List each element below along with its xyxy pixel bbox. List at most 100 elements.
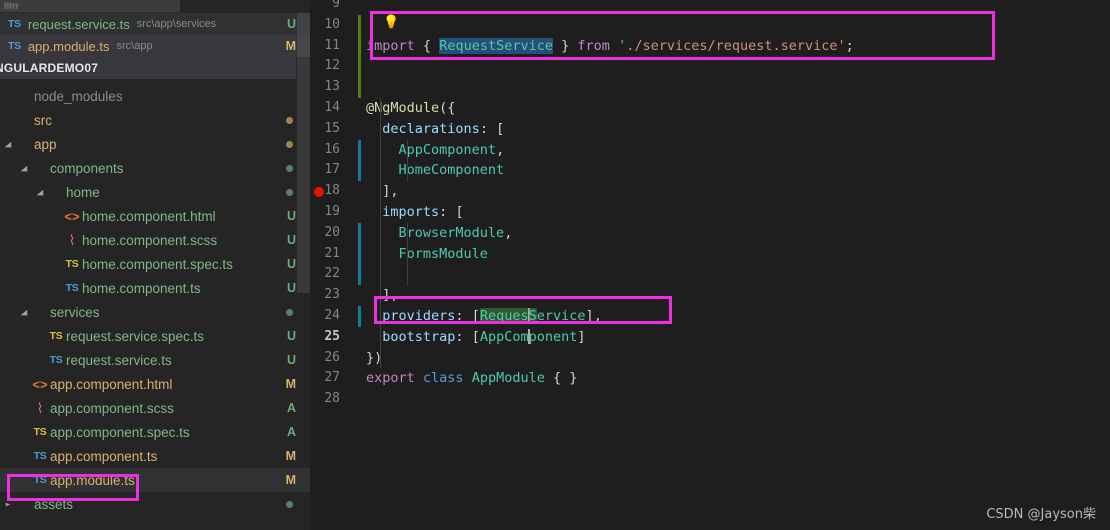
line-number: 20 bbox=[324, 224, 340, 240]
code-line[interactable]: 27 export class AppModule { } bbox=[310, 368, 1110, 389]
code-line[interactable]: 9 bbox=[310, 0, 1110, 15]
scss-file-icon: ⌇ bbox=[68, 231, 76, 248]
ts-file-icon: TS bbox=[49, 354, 63, 366]
line-number: 14 bbox=[324, 99, 340, 115]
tree-row[interactable]: TS home.component.spec.ts U bbox=[0, 252, 310, 276]
code-line[interactable]: 24 providers: [RequesService], bbox=[310, 305, 1110, 327]
tree-row-label: request.service.ts bbox=[66, 352, 172, 368]
code-line[interactable]: 14 @NgModule({ bbox=[310, 97, 1110, 119]
code-line[interactable]: 16 AppComponent, bbox=[310, 139, 1110, 161]
lightbulb-quickfix-icon[interactable]: 💡 bbox=[383, 16, 399, 29]
tree-row[interactable]: TS home.component.ts U bbox=[0, 276, 310, 300]
code-line[interactable]: 15 declarations: [ bbox=[310, 118, 1110, 140]
git-status-badge: U bbox=[286, 233, 296, 247]
code-line[interactable]: 26}) bbox=[310, 347, 1110, 369]
code-editor[interactable]: 9 10 💡 11 import { RequestService } from './… bbox=[310, 0, 1110, 530]
chevron-icon[interactable]: ▸ bbox=[2, 499, 14, 508]
code-text: ], bbox=[382, 287, 399, 304]
code-line[interactable]: 20 BrowserModule, bbox=[310, 222, 1110, 244]
ts-file-icon: TS bbox=[8, 40, 21, 52]
code-line[interactable]: 17 HomeComponent bbox=[310, 160, 1110, 182]
indent-guide bbox=[380, 201, 381, 223]
code-line[interactable]: 25 bootstrap: [AppComponent] bbox=[310, 326, 1110, 348]
project-root-title: NGULARDEMO07 bbox=[0, 61, 99, 75]
ts-file-icon: TS bbox=[65, 282, 79, 294]
tree-row-label: app.component.spec.ts bbox=[50, 424, 190, 440]
open-editor-path: src\app\services bbox=[136, 18, 217, 30]
sidebar-scrollbar[interactable] bbox=[297, 13, 310, 293]
tree-row-label: home.component.ts bbox=[82, 280, 201, 296]
tree-row[interactable]: ⌇ app.component.scss A bbox=[0, 396, 310, 420]
tree-row-label: home.component.html bbox=[82, 208, 216, 224]
tree-row[interactable]: node_modules bbox=[0, 84, 310, 108]
git-status-badge: U bbox=[286, 257, 296, 271]
git-status-badge: U bbox=[286, 17, 296, 31]
tree-row-label: components bbox=[50, 160, 124, 176]
occurrence-highlight: RequestService bbox=[439, 37, 553, 54]
project-root-header[interactable]: NGULARDEMO07 bbox=[0, 57, 296, 79]
tree-row-label: app.component.html bbox=[50, 376, 173, 392]
tree-row-label: assets bbox=[34, 496, 74, 512]
line-number: 9 bbox=[332, 0, 340, 11]
code-line[interactable]: 28 bbox=[310, 389, 1110, 410]
chevron-icon[interactable]: ◢ bbox=[34, 187, 46, 196]
git-gutter-marker bbox=[358, 243, 361, 265]
indent-guide bbox=[380, 160, 381, 182]
chevron-icon[interactable]: ◢ bbox=[18, 307, 30, 316]
git-status-badge: U bbox=[286, 209, 296, 223]
tree-row-label: node_modules bbox=[34, 88, 123, 104]
tree-row-label: home.component.scss bbox=[82, 232, 218, 248]
tree-row[interactable]: TS app.component.ts M bbox=[0, 444, 310, 468]
tree-row[interactable]: src bbox=[0, 108, 310, 132]
code-line[interactable]: 23 ], bbox=[310, 285, 1110, 306]
code-lines: 9 10 💡 11 import { RequestService } from './… bbox=[310, 0, 1110, 410]
git-gutter-marker bbox=[358, 56, 361, 78]
open-editor-item[interactable]: TS app.module.ts src\app M bbox=[0, 35, 310, 57]
tree-row[interactable]: ◢ home bbox=[0, 180, 310, 204]
tree-row[interactable]: ◢ app bbox=[0, 132, 310, 156]
code-line[interactable]: 18 ], bbox=[310, 181, 1110, 202]
line-number: 28 bbox=[324, 391, 340, 407]
code-text: FormsModule bbox=[398, 245, 488, 262]
indent-guide bbox=[380, 243, 381, 265]
tree-row[interactable]: ◢ components bbox=[0, 156, 310, 180]
tree-row-label: services bbox=[50, 304, 100, 320]
indent-guide bbox=[380, 139, 381, 161]
indent-guide bbox=[407, 243, 408, 265]
code-text: ], bbox=[382, 183, 399, 200]
git-gutter-marker bbox=[358, 139, 361, 161]
tree-row[interactable]: ⌇ home.component.scss U bbox=[0, 228, 310, 252]
tree-row[interactable]: TS app.module.ts M bbox=[0, 468, 310, 492]
tree-row[interactable]: <> home.component.html U bbox=[0, 204, 310, 228]
line-number: 15 bbox=[324, 120, 340, 136]
tree-row[interactable]: TS request.service.spec.ts U bbox=[0, 324, 310, 348]
code-text: imports: [ bbox=[382, 203, 464, 220]
open-editor-item[interactable]: TS request.service.ts src\app\services U bbox=[0, 13, 310, 35]
tree-row[interactable]: TS app.component.spec.ts A bbox=[0, 420, 310, 444]
tree-row[interactable]: <> app.component.html M bbox=[0, 372, 310, 396]
code-line[interactable]: 11 import { RequestService } from './serv… bbox=[310, 35, 1110, 57]
file-tree: node_modules src ◢ app ◢ components ◢ home <> hom… bbox=[0, 84, 310, 516]
git-status-badge: M bbox=[285, 473, 296, 487]
code-line[interactable]: 21 FormsModule bbox=[310, 243, 1110, 265]
code-line[interactable]: 22 bbox=[310, 264, 1110, 286]
git-status-dot bbox=[286, 501, 293, 508]
line-number: 19 bbox=[324, 203, 340, 219]
code-line[interactable]: 19 imports: [ bbox=[310, 201, 1110, 223]
code-line[interactable]: 10 💡 bbox=[310, 14, 1110, 36]
git-gutter-marker bbox=[358, 264, 361, 286]
code-line[interactable]: 13 bbox=[310, 77, 1110, 98]
git-status-badge: M bbox=[285, 39, 296, 53]
code-line[interactable]: 12 bbox=[310, 56, 1110, 78]
git-status-badge: U bbox=[286, 281, 296, 295]
indent-guide bbox=[407, 264, 408, 286]
chevron-icon[interactable]: ◢ bbox=[2, 139, 14, 148]
watermark: CSDN @Jayson柴 bbox=[986, 507, 1096, 522]
tree-row[interactable]: ◢ services bbox=[0, 300, 310, 324]
line-number: 26 bbox=[324, 349, 340, 365]
tree-row-label: app.module.ts bbox=[50, 472, 135, 488]
tree-row[interactable]: TS request.service.ts U bbox=[0, 348, 310, 372]
open-editor-path: src\app bbox=[116, 40, 153, 52]
tree-row[interactable]: ▸ assets bbox=[0, 492, 310, 516]
chevron-icon[interactable]: ◢ bbox=[18, 163, 30, 172]
